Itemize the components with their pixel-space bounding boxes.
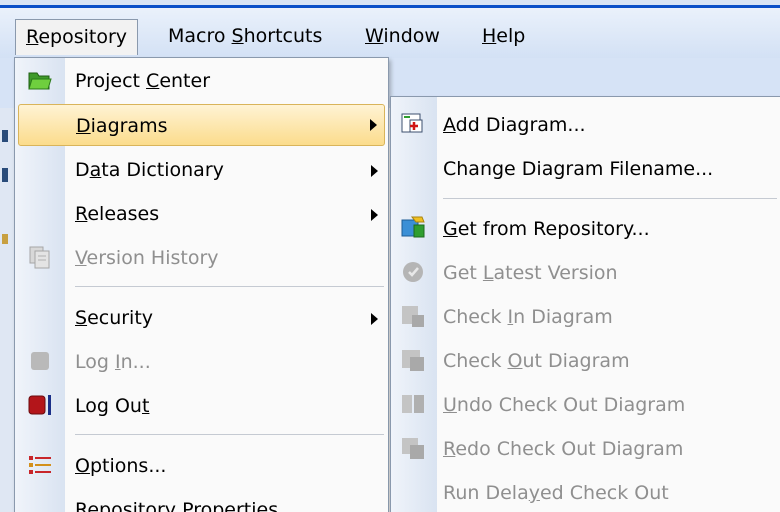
menu-separator (75, 434, 384, 435)
menu-macro-shortcuts[interactable]: Macro Shortcuts (158, 19, 332, 55)
submenu-arrow-icon (371, 209, 378, 221)
menu-item-releases[interactable]: Releases (15, 192, 388, 236)
options-icon (29, 456, 51, 474)
submenu-item-check-out-diagram[interactable]: Check Out Diagram (391, 339, 780, 383)
get-from-repository-icon (401, 216, 425, 238)
window-title-bar-edge (0, 0, 780, 8)
redo-check-out-icon (402, 438, 424, 459)
menu-separator (443, 198, 777, 199)
menu-window[interactable]: Window (355, 19, 450, 55)
menu-item-diagrams[interactable]: Diagrams (18, 104, 385, 146)
menu-repository[interactable]: Repository (15, 19, 139, 55)
menu-item-version-history[interactable]: Version History (15, 236, 388, 280)
submenu-item-check-in-diagram[interactable]: Check In Diagram (391, 295, 780, 339)
submenu-arrow-icon (371, 165, 378, 177)
submenu-item-run-delayed-check-out[interactable]: Run Delayed Check Out (391, 471, 780, 512)
menu-separator (75, 286, 384, 287)
log-in-icon (31, 352, 49, 370)
menu-help[interactable]: Help (472, 19, 535, 55)
submenu-item-change-diagram-filename[interactable]: Change Diagram Filename... (391, 147, 780, 191)
menu-item-options[interactable]: Options... (15, 444, 388, 488)
submenu-item-undo-check-out-diagram[interactable]: Undo Check Out Diagram (391, 383, 780, 427)
version-history-icon (29, 246, 50, 269)
log-out-icon (28, 395, 51, 415)
background-window-edge (0, 108, 14, 512)
folder-icon (28, 72, 52, 90)
get-latest-icon (403, 262, 423, 282)
menu-item-repository-properties[interactable]: Repository Properties... (15, 488, 388, 512)
repository-menu: Project Center Diagrams Data Dictionary … (14, 57, 389, 512)
menu-item-log-in[interactable]: Log In... (15, 340, 388, 384)
submenu-item-get-latest-version[interactable]: Get Latest Version (391, 251, 780, 295)
add-diagram-icon (401, 113, 423, 133)
submenu-item-get-from-repository[interactable]: Get from Repository... (391, 207, 780, 251)
submenu-item-add-diagram[interactable]: Add Diagram... (391, 103, 780, 147)
diagrams-submenu: Add Diagram... Change Diagram Filename..… (390, 96, 780, 512)
submenu-arrow-icon (370, 119, 377, 131)
submenu-item-redo-check-out-diagram[interactable]: Redo Check Out Diagram (391, 427, 780, 471)
menu-item-project-center[interactable]: Project Center (15, 59, 388, 103)
menu-item-security[interactable]: Security (15, 296, 388, 340)
check-out-icon (402, 350, 424, 371)
menu-bar: Repository Macro Shortcuts Window Help (0, 8, 780, 58)
undo-check-out-icon (402, 395, 424, 413)
menu-item-data-dictionary[interactable]: Data Dictionary (15, 148, 388, 192)
check-in-icon (402, 306, 424, 327)
submenu-arrow-icon (371, 313, 378, 325)
menu-item-log-out[interactable]: Log Out (15, 384, 388, 428)
